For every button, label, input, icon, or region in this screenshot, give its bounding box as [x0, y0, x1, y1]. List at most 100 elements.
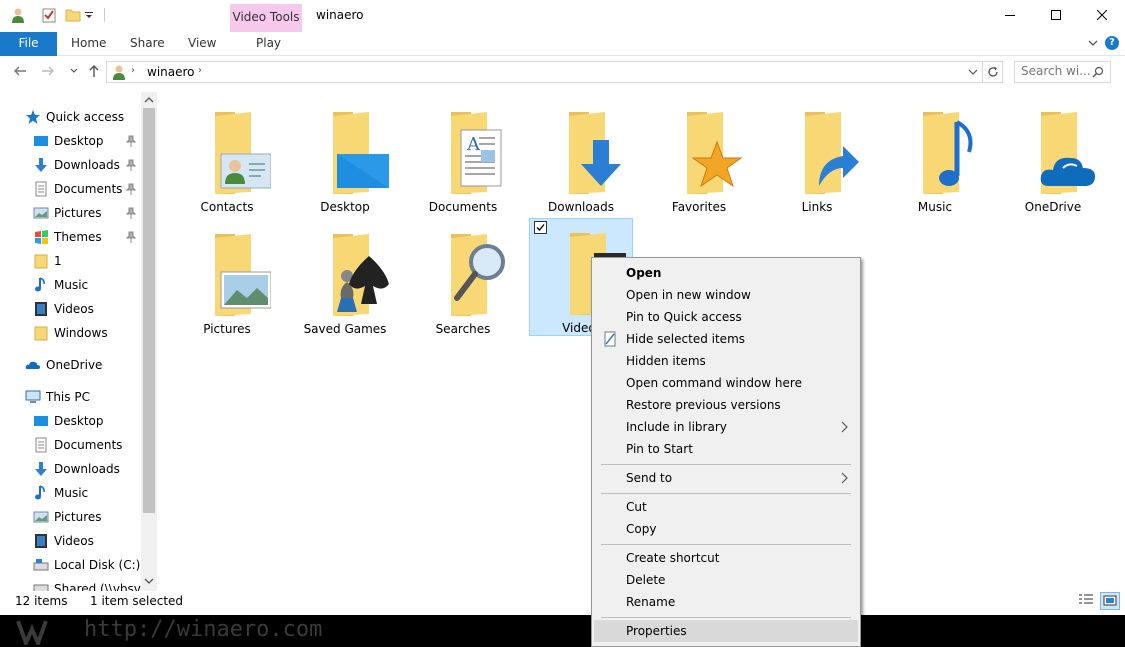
nav-item-pc-downloads[interactable]: Downloads — [0, 458, 141, 480]
nav-item-label: Shared (\\vbsvr — [54, 582, 146, 591]
pin-icon[interactable] — [126, 159, 136, 171]
menu-item-include-in-library[interactable]: Include in library — [594, 416, 858, 438]
maximize-button[interactable] — [1033, 0, 1079, 30]
scroll-up-icon[interactable] — [144, 95, 154, 105]
nav-item-label: OneDrive — [46, 358, 103, 372]
folder-tile[interactable]: Searches — [411, 220, 515, 338]
large-icons-view-button[interactable] — [1100, 592, 1120, 610]
links-folder-icon — [805, 112, 859, 194]
tab-file[interactable]: File — [0, 32, 57, 56]
nav-item-pc-music[interactable]: Music — [0, 482, 141, 504]
scroll-down-icon[interactable] — [144, 576, 154, 586]
breadcrumb-separator[interactable]: › — [198, 65, 202, 76]
nav-item-pc-pictures[interactable]: Pictures — [0, 506, 141, 528]
menu-separator — [601, 464, 851, 465]
nav-item-documents[interactable]: Documents — [0, 178, 141, 200]
details-view-button[interactable] — [1077, 592, 1097, 610]
close-button[interactable] — [1079, 0, 1125, 30]
search-box[interactable] — [1014, 61, 1111, 83]
tab-view[interactable]: View — [188, 32, 216, 56]
menu-item-open[interactable]: Open — [594, 262, 858, 284]
menu-item-restore-versions[interactable]: Restore previous versions — [594, 394, 858, 416]
tab-play[interactable]: Play — [256, 32, 281, 56]
tile-label: Music — [917, 200, 953, 214]
item-checkbox[interactable] — [534, 221, 547, 234]
nav-item-videos[interactable]: Videos — [0, 298, 141, 320]
menu-item-open-command-window[interactable]: Open command window here — [594, 372, 858, 394]
forward-button[interactable] — [40, 64, 56, 80]
nav-item-pc-documents[interactable]: Documents — [0, 434, 141, 456]
user-folder-icon[interactable] — [10, 7, 26, 23]
up-button[interactable] — [86, 64, 102, 80]
nav-item-this-pc[interactable]: This PC — [0, 386, 141, 408]
menu-item-rename[interactable]: Rename — [594, 591, 858, 613]
tile-label: Pictures — [203, 322, 251, 336]
menu-item-open-new-window[interactable]: Open in new window — [594, 284, 858, 306]
menu-item-delete[interactable]: Delete — [594, 569, 858, 591]
folder-tile[interactable]: Saved Games — [293, 220, 397, 338]
nav-item-themes[interactable]: Themes — [0, 226, 141, 248]
folder-tile[interactable]: A Documents — [411, 98, 515, 216]
ribbon-tabs: File Home Share View Play ? — [0, 32, 1125, 56]
nav-item-downloads[interactable]: Downloads — [0, 154, 141, 176]
folder-tile[interactable]: Contacts — [175, 98, 279, 216]
breadcrumb-location[interactable]: winaero — [147, 65, 195, 79]
pin-icon[interactable] — [126, 231, 136, 243]
nav-item-local-disk[interactable]: Local Disk (C:) — [0, 554, 141, 576]
breadcrumb-separator[interactable]: › — [131, 65, 135, 76]
back-button[interactable] — [12, 64, 28, 80]
address-bar[interactable]: › winaero › — [106, 61, 983, 83]
menu-item-hidden-items[interactable]: Hidden items — [594, 350, 858, 372]
help-icon[interactable]: ? — [1105, 36, 1119, 50]
menu-item-pin-quick-access[interactable]: Pin to Quick access — [594, 306, 858, 328]
nav-item-shared-drive[interactable]: Shared (\\vbsvr — [0, 578, 146, 591]
nav-scrollbar[interactable] — [141, 92, 157, 591]
folder-tile[interactable]: Downloads — [529, 98, 633, 216]
nav-item-desktop[interactable]: Desktop — [0, 130, 141, 152]
searches-folder-icon — [451, 234, 505, 316]
folder-tile[interactable]: Desktop — [293, 98, 397, 216]
menu-item-copy[interactable]: Copy — [594, 518, 858, 540]
nav-item-onedrive[interactable]: OneDrive — [0, 354, 141, 376]
pin-icon[interactable] — [126, 135, 136, 147]
minimize-button[interactable] — [987, 0, 1033, 30]
nav-item-pc-videos[interactable]: Videos — [0, 530, 141, 552]
new-folder-icon[interactable] — [65, 7, 81, 23]
menu-item-hide-selected[interactable]: Hide selected items — [594, 328, 858, 350]
refresh-button[interactable] — [983, 61, 1003, 83]
qat-dropdown-icon[interactable] — [84, 7, 94, 23]
nav-item-pictures[interactable]: Pictures — [0, 202, 141, 224]
menu-item-pin-to-start[interactable]: Pin to Start — [594, 438, 858, 460]
properties-icon[interactable] — [41, 7, 57, 23]
address-dropdown-icon[interactable] — [968, 67, 978, 77]
folder-tile[interactable]: Favorites — [647, 98, 751, 216]
menu-item-send-to[interactable]: Send to — [594, 467, 858, 489]
expand-ribbon-icon[interactable] — [1087, 37, 1099, 49]
nav-item-pc-desktop[interactable]: Desktop — [0, 410, 141, 432]
scrollbar-thumb[interactable] — [143, 108, 155, 513]
winaero-logo-icon — [16, 620, 48, 645]
search-input[interactable] — [1021, 64, 1091, 78]
folder-tile[interactable]: OneDrive — [1001, 98, 1105, 216]
folder-tile[interactable]: Pictures — [175, 220, 279, 338]
nav-item-quick-access[interactable]: Quick access — [0, 106, 141, 128]
pin-icon[interactable] — [126, 207, 136, 219]
folder-tile[interactable]: Links — [765, 98, 869, 216]
navigation-pane: Quick access Desktop Downloads Documents… — [0, 92, 157, 591]
pin-icon[interactable] — [126, 183, 136, 195]
nav-item-label: Local Disk (C:) — [54, 558, 141, 572]
star-icon — [26, 110, 40, 124]
nav-item-music[interactable]: Music — [0, 274, 141, 296]
tab-share[interactable]: Share — [130, 32, 165, 56]
menu-item-properties[interactable]: Properties — [594, 620, 858, 642]
videos-icon — [35, 302, 47, 316]
recent-locations-button[interactable] — [66, 64, 82, 80]
nav-item-1[interactable]: 1 — [0, 250, 141, 272]
pictures-folder-icon — [215, 234, 271, 316]
nav-item-windows[interactable]: Windows — [0, 322, 141, 344]
tab-home[interactable]: Home — [71, 32, 106, 56]
menu-item-create-shortcut[interactable]: Create shortcut — [594, 547, 858, 569]
watermark-text: http://winaero.com — [84, 617, 323, 642]
menu-item-cut[interactable]: Cut — [594, 496, 858, 518]
folder-tile[interactable]: Music — [883, 98, 987, 216]
